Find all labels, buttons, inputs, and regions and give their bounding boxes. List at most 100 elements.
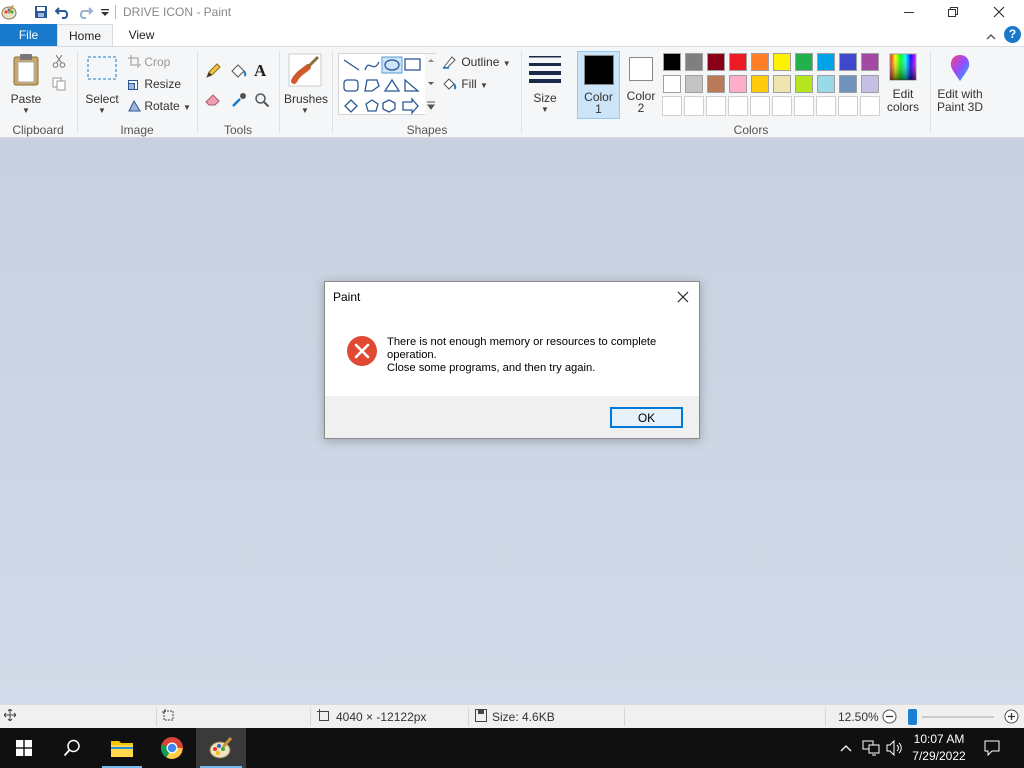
zoom-slider-track[interactable]	[922, 716, 994, 718]
customize-quick-access-icon[interactable]	[96, 3, 114, 21]
dialog-close-button[interactable]	[667, 282, 699, 312]
copy-icon[interactable]	[52, 77, 66, 94]
error-message: There is not enough memory or resources …	[387, 336, 687, 375]
palette-swatch[interactable]	[685, 53, 703, 71]
zoom-in-button[interactable]	[1004, 709, 1019, 727]
color1-swatch	[583, 55, 614, 85]
action-center-button[interactable]	[978, 728, 1006, 768]
palette-swatch[interactable]	[685, 75, 703, 93]
fill-bucket-icon[interactable]	[229, 63, 247, 82]
outline-label: Outline	[461, 55, 500, 69]
palette-swatch[interactable]	[751, 75, 769, 93]
palette-swatch[interactable]	[663, 75, 681, 93]
resize-button[interactable]: Resize	[128, 77, 181, 91]
size-button[interactable]: Size ▼	[526, 53, 564, 114]
status-divider	[156, 708, 157, 726]
palette-swatch[interactable]	[795, 53, 813, 71]
zoom-slider-thumb[interactable]	[908, 709, 917, 725]
palette-swatch[interactable]	[861, 75, 879, 93]
color1-button[interactable]: Color 1	[577, 51, 620, 119]
palette-swatch[interactable]	[773, 53, 791, 71]
palette-swatch[interactable]	[663, 53, 681, 71]
minimize-ribbon-icon[interactable]	[986, 30, 996, 44]
save-icon[interactable]	[32, 3, 50, 21]
color2-button[interactable]: Color 2	[622, 51, 660, 119]
custom-color-slot[interactable]	[838, 96, 858, 116]
palette-swatch[interactable]	[839, 53, 857, 71]
clock-time: 10:07 AM	[913, 732, 965, 746]
size-icon	[529, 56, 561, 84]
edit-colors-label: Edit colors	[886, 87, 919, 114]
magnifier-icon[interactable]	[254, 92, 270, 111]
select-button[interactable]: Select ▼	[82, 55, 122, 115]
custom-color-slot[interactable]	[684, 96, 704, 116]
shapes-gallery[interactable]	[338, 53, 437, 116]
custom-color-slot[interactable]	[750, 96, 770, 116]
crop-button[interactable]: Crop	[128, 55, 170, 69]
custom-color-slot[interactable]	[816, 96, 836, 116]
status-divider	[825, 708, 826, 726]
restore-button[interactable]	[930, 0, 976, 24]
palette-swatch[interactable]	[751, 53, 769, 71]
edit-colors-button[interactable]: Edit colors	[880, 53, 926, 114]
palette-swatch[interactable]	[729, 75, 747, 93]
rotate-button[interactable]: Rotate ▼	[128, 99, 191, 113]
palette-swatch[interactable]	[707, 75, 725, 93]
palette-swatch[interactable]	[817, 53, 835, 71]
chevron-up-icon	[840, 745, 852, 752]
outline-button[interactable]: Outline ▼	[442, 55, 511, 69]
zoom-out-button[interactable]	[882, 709, 897, 727]
taskbar-file-explorer[interactable]	[98, 728, 146, 768]
colors-group-label: Colors	[733, 123, 769, 137]
taskbar-paint[interactable]	[196, 728, 246, 768]
file-size-icon	[475, 709, 487, 725]
undo-icon[interactable]	[54, 3, 72, 21]
text-tool-icon[interactable]: A	[254, 61, 266, 81]
palette-swatch[interactable]	[861, 53, 879, 71]
brushes-button[interactable]: Brushes ▼	[284, 53, 328, 115]
palette-swatch[interactable]	[839, 75, 857, 93]
ok-button[interactable]: OK	[610, 407, 683, 428]
taskbar-clock[interactable]: 10:07 AM 7/29/2022	[908, 731, 970, 765]
status-divider	[310, 708, 311, 726]
help-icon[interactable]: ?	[1004, 26, 1021, 43]
custom-color-slot[interactable]	[860, 96, 880, 116]
eraser-icon[interactable]	[205, 92, 223, 109]
network-tray-icon[interactable]	[860, 728, 882, 768]
tab-view[interactable]: View	[113, 24, 170, 46]
palette-swatch[interactable]	[773, 75, 791, 93]
custom-color-slot[interactable]	[772, 96, 792, 116]
edit-with-paint3d-button[interactable]: Edit with Paint 3D	[934, 53, 986, 114]
custom-color-slot[interactable]	[794, 96, 814, 116]
edit-colors-icon	[889, 53, 917, 81]
network-icon	[862, 740, 880, 756]
pencil-icon[interactable]	[205, 63, 221, 82]
fill-button[interactable]: Fill ▼	[442, 77, 488, 91]
tab-home[interactable]: Home	[57, 24, 113, 46]
outline-icon	[443, 56, 456, 69]
custom-color-slot[interactable]	[662, 96, 682, 116]
color-picker-icon[interactable]	[231, 92, 247, 111]
status-divider	[624, 708, 625, 726]
show-hidden-icons-button[interactable]	[836, 728, 856, 768]
paint-app-icon[interactable]	[0, 3, 18, 21]
search-button[interactable]	[48, 728, 96, 768]
close-button[interactable]	[976, 0, 1022, 24]
palette-swatch[interactable]	[707, 53, 725, 71]
image-dimensions: 4040 × -12122px	[336, 710, 427, 724]
start-button[interactable]	[0, 728, 48, 768]
cut-icon[interactable]	[52, 54, 66, 71]
palette-swatch[interactable]	[817, 75, 835, 93]
palette-swatch[interactable]	[729, 53, 747, 71]
window-title: DRIVE ICON - Paint	[123, 5, 232, 19]
group-divider	[77, 51, 78, 133]
palette-swatch[interactable]	[795, 75, 813, 93]
custom-color-slot[interactable]	[728, 96, 748, 116]
custom-color-slot[interactable]	[706, 96, 726, 116]
taskbar-chrome[interactable]	[148, 728, 196, 768]
redo-icon[interactable]	[76, 3, 94, 21]
tab-file[interactable]: File	[0, 24, 57, 46]
minimize-button[interactable]	[886, 0, 932, 24]
paste-button[interactable]: Paste ▼	[6, 53, 46, 115]
volume-tray-icon[interactable]	[884, 728, 906, 768]
